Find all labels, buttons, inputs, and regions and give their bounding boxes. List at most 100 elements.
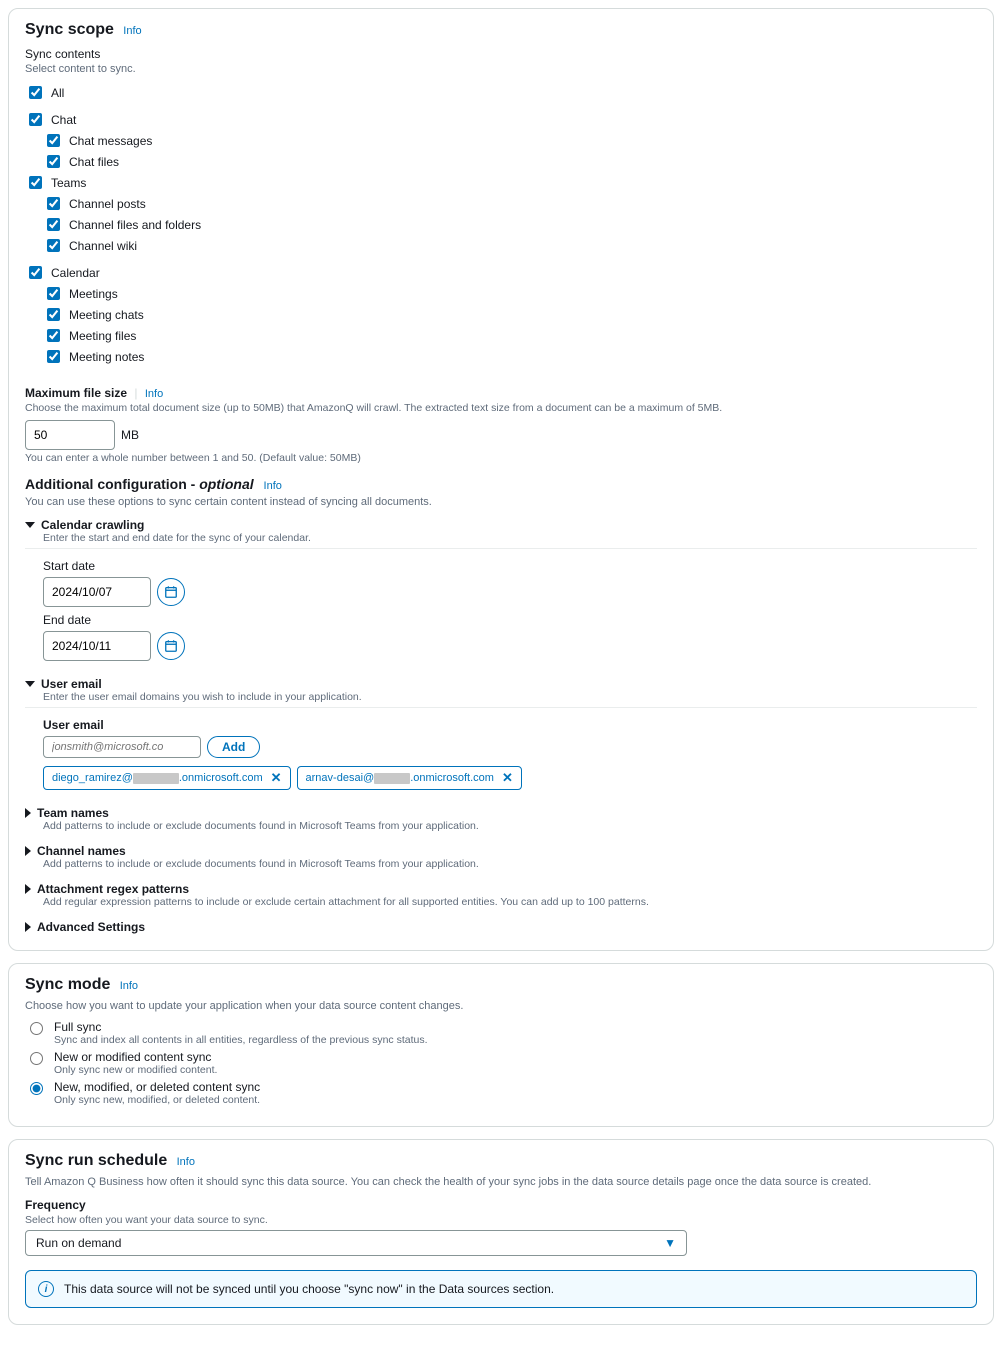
info-banner: i This data source will not be synced un… <box>25 1270 977 1308</box>
frequency-desc: Select how often you want your data sour… <box>25 1214 977 1226</box>
checkbox-channel-files-folders[interactable] <box>47 218 60 231</box>
email-tag-1: diego_ramirez@ .onmicrosoft.com ✕ <box>43 766 291 790</box>
new-modified-desc: Only sync new or modified content. <box>54 1064 217 1076</box>
label-meeting-chats: Meeting chats <box>69 308 144 322</box>
sync-contents-heading: Sync contents <box>25 47 977 61</box>
calendar-crawling-label: Calendar crawling <box>41 518 144 532</box>
expander-user-email[interactable]: User email <box>25 677 977 691</box>
expander-attachment-regex[interactable]: Attachment regex patterns <box>25 882 977 896</box>
end-date-label: End date <box>43 613 977 627</box>
checkbox-chat[interactable] <box>29 113 42 126</box>
sync-scope-panel: Sync scope Info Sync contents Select con… <box>8 8 994 951</box>
max-file-size-input[interactable] <box>25 420 115 450</box>
caret-right-icon <box>25 808 31 818</box>
email-tag-2-suffix: .onmicrosoft.com <box>410 772 494 784</box>
redacted-text <box>133 773 179 784</box>
caret-right-icon <box>25 922 31 932</box>
user-email-desc: Enter the user email domains you wish to… <box>43 691 977 703</box>
redacted-text <box>374 773 410 784</box>
info-icon: i <box>38 1281 54 1297</box>
expander-channel-names[interactable]: Channel names <box>25 844 977 858</box>
sync-scope-info-link[interactable]: Info <box>123 25 141 37</box>
calendar-crawling-desc: Enter the start and end date for the syn… <box>43 532 977 544</box>
checkbox-all[interactable] <box>29 86 42 99</box>
sync-run-schedule-panel: Sync run schedule Info Tell Amazon Q Bus… <box>8 1139 994 1325</box>
label-meeting-notes: Meeting notes <box>69 350 144 364</box>
checkbox-calendar[interactable] <box>29 266 42 279</box>
email-tag-2: arnav-desai@ .onmicrosoft.com ✕ <box>297 766 522 790</box>
full-sync-label: Full sync <box>54 1020 428 1034</box>
additional-config-desc: You can use these options to sync certai… <box>25 496 977 508</box>
label-channel-files-folders: Channel files and folders <box>69 218 201 232</box>
label-chat: Chat <box>51 113 76 127</box>
checkbox-meeting-notes[interactable] <box>47 350 60 363</box>
label-channel-posts: Channel posts <box>69 197 146 211</box>
mb-unit-label: MB <box>121 428 139 442</box>
end-date-calendar-button[interactable] <box>157 632 185 660</box>
frequency-value: Run on demand <box>36 1236 121 1250</box>
start-date-calendar-button[interactable] <box>157 578 185 606</box>
new-modified-deleted-label: New, modified, or deleted content sync <box>54 1080 260 1094</box>
additional-config-title: Additional configuration - <box>25 476 199 492</box>
full-sync-desc: Sync and index all contents in all entit… <box>54 1034 428 1046</box>
sync-mode-desc: Choose how you want to update your appli… <box>25 1000 977 1012</box>
add-button[interactable]: Add <box>207 736 260 758</box>
user-email-input[interactable] <box>43 736 201 758</box>
channel-names-desc: Add patterns to include or exclude docum… <box>43 858 977 870</box>
sync-run-schedule-title: Sync run schedule <box>25 1152 167 1170</box>
remove-tag-1-button[interactable]: ✕ <box>271 770 282 786</box>
label-meeting-files: Meeting files <box>69 329 136 343</box>
checkbox-chat-files[interactable] <box>47 155 60 168</box>
calendar-icon <box>164 585 178 599</box>
label-calendar: Calendar <box>51 266 100 280</box>
max-file-size-desc: Choose the maximum total document size (… <box>25 402 977 414</box>
end-date-input[interactable] <box>43 631 151 661</box>
user-email-label: User email <box>41 677 102 691</box>
additional-config-info-link[interactable]: Info <box>264 480 282 492</box>
additional-config-optional: optional <box>199 476 253 492</box>
team-names-label: Team names <box>37 806 109 820</box>
checkbox-channel-wiki[interactable] <box>47 239 60 252</box>
expander-team-names[interactable]: Team names <box>25 806 977 820</box>
label-meetings: Meetings <box>69 287 118 301</box>
sync-mode-info-link[interactable]: Info <box>120 980 138 992</box>
label-teams: Teams <box>51 176 86 190</box>
checkbox-channel-posts[interactable] <box>47 197 60 210</box>
checkbox-meeting-chats[interactable] <box>47 308 60 321</box>
checkbox-teams[interactable] <box>29 176 42 189</box>
checkbox-meeting-files[interactable] <box>47 329 60 342</box>
checkbox-chat-messages[interactable] <box>47 134 60 147</box>
frequency-select[interactable]: Run on demand ▼ <box>25 1230 687 1256</box>
info-banner-text: This data source will not be synced unti… <box>64 1282 554 1296</box>
caret-down-icon <box>25 522 35 528</box>
sync-contents-desc: Select content to sync. <box>25 63 977 75</box>
start-date-input[interactable] <box>43 577 151 607</box>
calendar-icon <box>164 639 178 653</box>
radio-new-modified[interactable] <box>30 1052 43 1065</box>
team-names-desc: Add patterns to include or exclude docum… <box>43 820 977 832</box>
attachment-regex-label: Attachment regex patterns <box>37 882 189 896</box>
sync-run-schedule-info-link[interactable]: Info <box>177 1156 195 1168</box>
max-file-size-info-link[interactable]: Info <box>145 388 163 400</box>
expander-calendar-crawling[interactable]: Calendar crawling <box>25 518 977 532</box>
start-date-label: Start date <box>43 559 977 573</box>
user-email-field-label: User email <box>43 718 977 732</box>
frequency-label: Frequency <box>25 1198 977 1212</box>
remove-tag-2-button[interactable]: ✕ <box>502 770 513 786</box>
expander-advanced-settings[interactable]: Advanced Settings <box>25 920 977 934</box>
caret-down-icon <box>25 681 35 687</box>
label-chat-messages: Chat messages <box>69 134 152 148</box>
email-tag-2-prefix: arnav-desai@ <box>306 772 375 784</box>
email-tag-1-suffix: .onmicrosoft.com <box>179 772 263 784</box>
channel-names-label: Channel names <box>37 844 126 858</box>
radio-full-sync[interactable] <box>30 1022 43 1035</box>
sync-mode-title: Sync mode <box>25 976 110 994</box>
email-tag-1-prefix: diego_ramirez@ <box>52 772 133 784</box>
sync-scope-title: Sync scope <box>25 21 114 39</box>
max-file-size-label: Maximum file size <box>25 386 127 400</box>
label-chat-files: Chat files <box>69 155 119 169</box>
checkbox-meetings[interactable] <box>47 287 60 300</box>
label-all: All <box>51 86 64 100</box>
radio-new-modified-deleted[interactable] <box>30 1082 43 1095</box>
max-file-size-hint: You can enter a whole number between 1 a… <box>25 452 977 464</box>
